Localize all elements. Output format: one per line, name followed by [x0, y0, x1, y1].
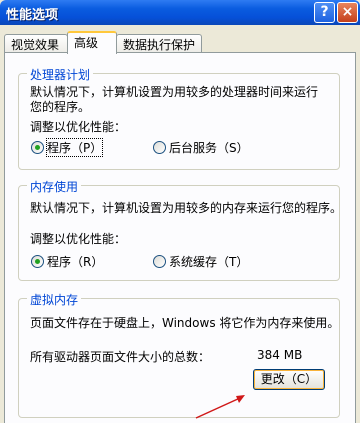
tab-advanced[interactable]: 高级: [67, 31, 117, 54]
annotation-arrow-icon: [195, 395, 245, 419]
